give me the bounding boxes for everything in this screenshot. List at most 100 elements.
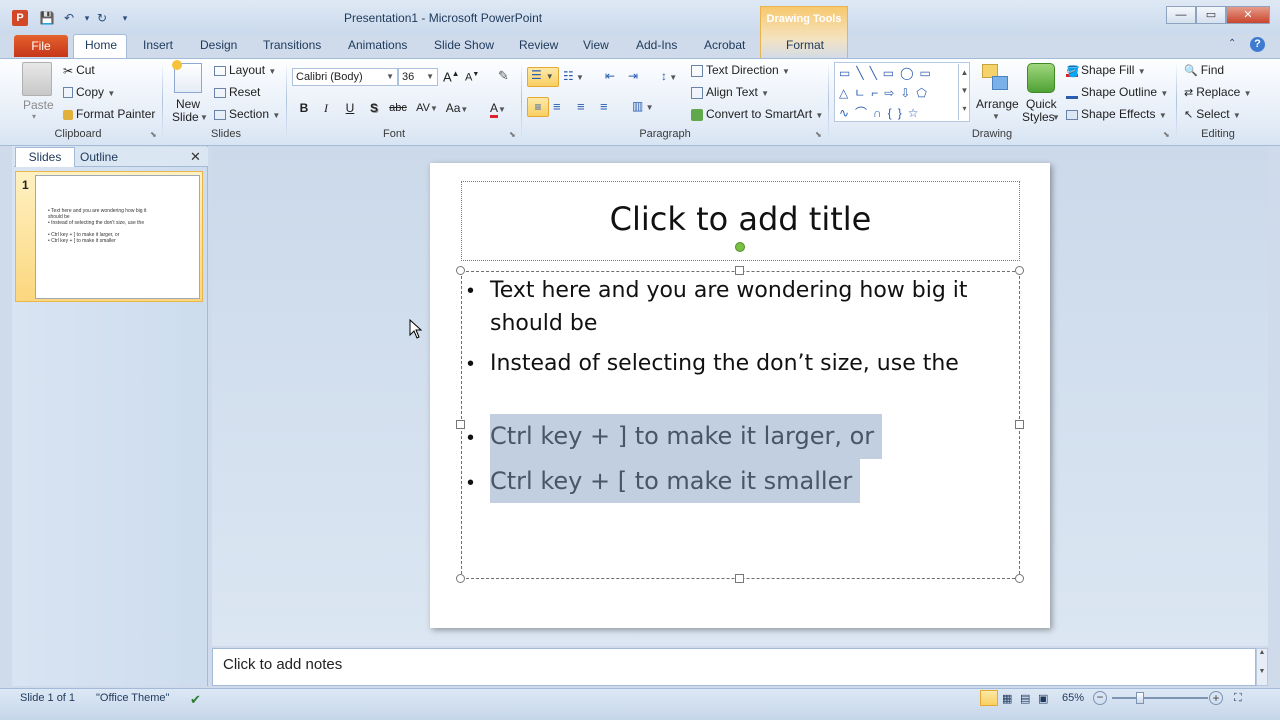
paragraph-launcher-icon[interactable]: ⬊ [815, 130, 822, 139]
notes-pane[interactable] [212, 648, 1256, 686]
title-placeholder-text[interactable]: Click to add title [461, 200, 1020, 238]
maximize-button[interactable]: ▭ [1196, 6, 1226, 24]
tab-review[interactable]: Review [519, 38, 558, 52]
zoom-slider-thumb[interactable] [1136, 692, 1144, 704]
cut-button[interactable]: ✂ Cut [63, 63, 95, 78]
zoom-slider[interactable] [1112, 697, 1208, 699]
tab-add-ins[interactable]: Add-Ins [636, 38, 677, 52]
normal-view-icon[interactable] [980, 690, 998, 706]
line-spacing-icon[interactable]: ↕ ▼ [661, 69, 677, 83]
tab-file[interactable]: File [14, 35, 68, 57]
quick-styles-dropdown-icon[interactable]: ▼ [1052, 113, 1060, 122]
text-direction-button[interactable]: Text Direction ▼ [691, 63, 790, 77]
font-name-combo[interactable]: Calibri (Body) ▼ [292, 68, 398, 86]
numbering-icon[interactable]: ☷ ▼ [563, 69, 584, 83]
shape-effects-button[interactable]: Shape Effects ▼ [1066, 107, 1167, 121]
layout-button[interactable]: Layout ▼ [214, 63, 276, 77]
notes-placeholder[interactable]: Click to add notes [223, 656, 342, 673]
shape-outline-button[interactable]: Shape Outline ▼ [1066, 85, 1168, 99]
spell-check-icon[interactable]: ✔ [190, 692, 201, 708]
find-button[interactable]: 🔍 Find [1184, 63, 1224, 78]
tab-slides[interactable]: Slides [15, 147, 75, 167]
font-color-button[interactable]: A▼ [484, 99, 512, 118]
align-text-button[interactable]: Align Text ▼ [691, 85, 769, 99]
character-spacing-button[interactable]: AV▼ [414, 99, 440, 117]
slide-show-icon[interactable]: ▣ [1038, 692, 1048, 705]
shape-fill-button[interactable]: 🪣Shape Fill ▼ [1066, 63, 1146, 78]
strikethrough-button[interactable]: abc [388, 99, 408, 117]
tab-outline[interactable]: Outline [80, 150, 118, 164]
tab-insert[interactable]: Insert [143, 38, 173, 52]
tab-view[interactable]: View [583, 38, 609, 52]
undo-icon[interactable]: ↶ [60, 10, 78, 26]
paste-button[interactable]: Paste [23, 98, 54, 112]
copy-dropdown-icon[interactable]: ▼ [107, 89, 115, 98]
reset-button[interactable]: Reset [214, 85, 260, 99]
bullets-button[interactable]: ☰ ▼ [527, 67, 559, 87]
slide-thumbnail[interactable]: • Text here and you are wondering how bi… [35, 175, 200, 299]
new-slide-dropdown-icon[interactable]: ▼ [200, 113, 208, 122]
fit-to-window-icon[interactable]: ⛶ [1234, 692, 1242, 705]
convert-smartart-button[interactable]: Convert to SmartArt ▼ [691, 107, 823, 121]
bold-button[interactable]: B [294, 99, 314, 117]
font-size-combo[interactable]: 36 ▼ [398, 68, 438, 86]
paste-icon[interactable] [22, 62, 52, 96]
quick-styles-icon[interactable] [1027, 63, 1055, 93]
zoom-level[interactable]: 65% [1062, 692, 1084, 704]
arrange-icon[interactable] [982, 64, 1010, 94]
tab-home[interactable]: Home [85, 38, 117, 52]
grow-font-icon[interactable]: A▲ [443, 69, 460, 84]
slide-sorter-icon[interactable]: ▦ [1002, 692, 1012, 705]
tab-design[interactable]: Design [200, 38, 237, 52]
font-size-dropdown-icon[interactable]: ▼ [426, 69, 434, 85]
copy-button[interactable]: Copy ▼ [63, 85, 115, 99]
shapes-gallery[interactable]: ▭╲╲▭◯▭ △ㄴ⌐⇨⇩⬠ ∿⌒∩{}☆ [834, 62, 970, 122]
new-slide-label-2[interactable]: Slide [172, 110, 199, 124]
drawing-launcher-icon[interactable]: ⬊ [1163, 130, 1170, 139]
paste-dropdown-icon[interactable]: ▾ [32, 112, 36, 121]
shapes-gallery-scroll[interactable]: ▲ ▼ ▾ [958, 64, 970, 120]
minimize-button[interactable]: — [1166, 6, 1196, 24]
quick-styles-label-1[interactable]: Quick [1026, 97, 1057, 111]
resize-handle-top[interactable] [735, 266, 744, 275]
section-button[interactable]: Section ▼ [214, 107, 280, 121]
align-left-button[interactable]: ≡ [527, 97, 549, 117]
selected-bullet-text[interactable]: Ctrl key + ] to make it larger, or [490, 414, 883, 459]
resize-handle-top-left[interactable] [456, 266, 465, 275]
select-button[interactable]: ↖ Select ▼ [1184, 107, 1241, 122]
powerpoint-app-icon[interactable]: P [12, 10, 28, 26]
selected-bullet-text[interactable]: Ctrl key + [ to make it smaller [490, 459, 861, 503]
redo-icon[interactable]: ↻ [93, 10, 111, 26]
help-icon[interactable]: ? [1250, 37, 1265, 52]
customize-quick-access-icon[interactable]: ▾ [116, 10, 134, 26]
notes-scrollbar[interactable]: ▲ ▼ [1256, 648, 1268, 686]
justify-icon[interactable]: ≡ [600, 99, 608, 114]
italic-button[interactable]: I [316, 99, 336, 117]
font-name-dropdown-icon[interactable]: ▼ [386, 69, 394, 85]
resize-handle-bottom[interactable] [735, 574, 744, 583]
tab-animations[interactable]: Animations [348, 38, 407, 52]
clipboard-launcher-icon[interactable]: ⬊ [150, 130, 157, 139]
align-center-icon[interactable]: ≡ [553, 99, 561, 114]
tab-format[interactable]: Format [786, 38, 824, 52]
text-shadow-button[interactable]: S [364, 99, 384, 117]
increase-indent-icon[interactable]: ⇥ [628, 69, 638, 83]
underline-button[interactable]: U [340, 99, 360, 117]
resize-handle-bottom-left[interactable] [456, 574, 465, 583]
scroll-down-icon[interactable]: ▼ [1257, 668, 1267, 675]
tab-transitions[interactable]: Transitions [263, 38, 321, 52]
resize-handle-right[interactable] [1015, 420, 1024, 429]
resize-handle-bottom-right[interactable] [1015, 574, 1024, 583]
arrange-button[interactable]: Arrange [976, 97, 1019, 111]
scroll-up-icon[interactable]: ▲ [1257, 649, 1267, 656]
decrease-indent-icon[interactable]: ⇤ [605, 69, 615, 83]
quick-styles-label-2[interactable]: Styles [1022, 110, 1055, 124]
bullet-text[interactable]: Instead of selecting the don’t size, use… [490, 351, 959, 376]
close-pane-icon[interactable]: ✕ [190, 149, 201, 165]
bullet-text[interactable]: Text here and you are wondering how big … [490, 278, 968, 303]
rotation-handle[interactable] [735, 242, 745, 252]
arrange-dropdown-icon[interactable]: ▼ [992, 112, 1000, 121]
columns-icon[interactable]: ▥ ▼ [632, 99, 653, 113]
format-painter-button[interactable]: Format Painter [63, 107, 155, 121]
change-case-button[interactable]: Aa▼ [444, 99, 470, 117]
